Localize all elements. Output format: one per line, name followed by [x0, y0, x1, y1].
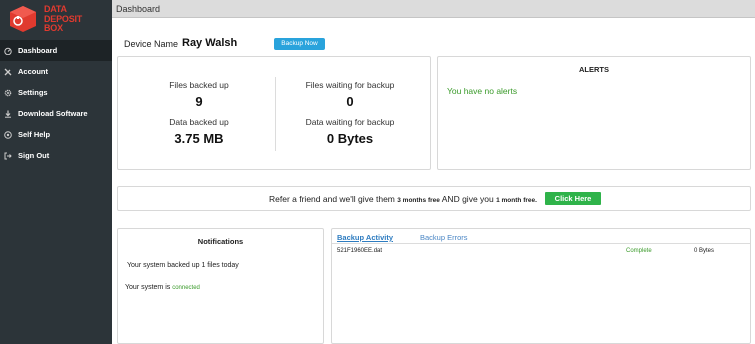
- tab-backup-errors[interactable]: Backup Errors: [420, 233, 468, 242]
- files-waiting-value: 0: [346, 94, 354, 109]
- refer-text: Refer a friend and we'll give them 3 mon…: [269, 194, 537, 204]
- sidebar-item-download-software[interactable]: Download Software: [0, 103, 112, 124]
- refer-banner: Refer a friend and we'll give them 3 mon…: [117, 186, 751, 211]
- device-name-label: Device Name: [124, 39, 179, 49]
- row-status: Complete: [626, 248, 652, 254]
- sidebar-item-self-help[interactable]: Self Help: [0, 124, 112, 145]
- backup-stats-panel: Files backed up 9 Data backed up 3.75 MB…: [117, 56, 431, 170]
- sidebar-nav: Dashboard Account Settings Download Soft…: [0, 40, 112, 166]
- page-title: Dashboard: [116, 4, 161, 14]
- notifications-title: Notifications: [197, 237, 244, 246]
- files-backed-up-label: Files backed up: [169, 80, 229, 90]
- sidebar-item-label: Dashboard: [18, 46, 58, 55]
- backup-now-button[interactable]: Backup Now: [274, 38, 325, 50]
- help-icon: [4, 130, 12, 139]
- click-here-button[interactable]: Click Here: [545, 192, 601, 205]
- table-row: 521F1960EE.dat Complete 0 Bytes: [332, 248, 750, 258]
- download-icon: [5, 110, 11, 118]
- notification-connection: Your system is connected: [125, 284, 200, 291]
- refer-text-part2: AND give you: [439, 194, 497, 204]
- sidebar-item-settings[interactable]: Settings: [0, 82, 112, 103]
- dashboard-icon: [4, 47, 12, 55]
- notifications-panel: Notifications Your system backed up 1 fi…: [117, 228, 324, 344]
- device-name-value: Ray Walsh: [182, 37, 238, 49]
- sidebar: DATA DEPOSIT BOX Dashboard Account Setti…: [0, 0, 112, 344]
- sidebar-item-sign-out[interactable]: Sign Out: [0, 145, 112, 166]
- data-waiting-value: 0 Bytes: [326, 131, 374, 146]
- sidebar-item-account[interactable]: Account: [0, 61, 112, 82]
- data-backed-up-value: 3.75 MB: [174, 131, 224, 146]
- files-backed-up-value: 9: [195, 94, 203, 109]
- row-file-name: 521F1960EE.dat: [337, 248, 383, 254]
- sidebar-item-label: Sign Out: [18, 151, 50, 160]
- logo[interactable]: DATA DEPOSIT BOX: [0, 0, 112, 40]
- refer-text-part1: Refer a friend and we'll give them: [269, 194, 398, 204]
- refer-bold-1: 3 months free: [397, 197, 440, 204]
- refer-bold-2: 1 month free.: [496, 197, 537, 204]
- files-waiting-label: Files waiting for backup: [305, 80, 395, 90]
- notification-backup-count: Your system backed up 1 files today: [127, 262, 239, 269]
- alerts-message: You have no alerts: [447, 86, 518, 96]
- gear-icon: [4, 89, 12, 96]
- sidebar-item-dashboard[interactable]: Dashboard: [0, 40, 112, 61]
- data-waiting-label: Data waiting for backup: [305, 117, 395, 127]
- top-bar: Dashboard: [112, 0, 755, 18]
- sidebar-item-label: Self Help: [18, 130, 51, 139]
- sidebar-item-label: Settings: [18, 88, 48, 97]
- logo-line-3: BOX: [44, 23, 63, 33]
- row-size: 0 Bytes: [694, 248, 715, 254]
- data-backed-up-label: Data backed up: [169, 117, 229, 127]
- stats-divider: [275, 77, 276, 151]
- wrench-icon: [4, 68, 12, 75]
- logo-text: DATA DEPOSIT BOX: [44, 4, 82, 34]
- backup-activity-panel: Backup Activity Backup Errors 521F1960EE…: [331, 228, 751, 344]
- sidebar-item-label: Download Software: [18, 109, 88, 118]
- logo-box-icon: [10, 6, 36, 32]
- alerts-panel: ALERTS You have no alerts: [437, 56, 751, 170]
- sign-out-icon: [4, 152, 12, 159]
- alerts-title: ALERTS: [579, 65, 609, 74]
- sidebar-item-label: Account: [18, 67, 48, 76]
- tab-backup-activity[interactable]: Backup Activity: [337, 233, 393, 242]
- connection-status: connected: [172, 285, 200, 291]
- connection-prefix: Your system is: [125, 284, 173, 291]
- activity-tabs: Backup Activity Backup Errors: [332, 229, 750, 244]
